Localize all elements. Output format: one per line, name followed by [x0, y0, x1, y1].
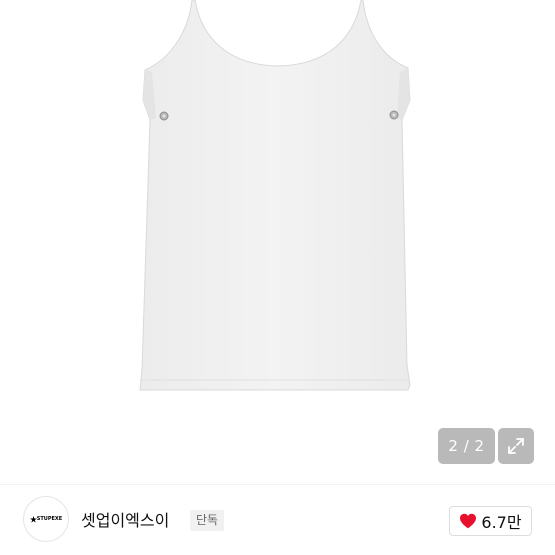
sleeveless-top-image — [139, 0, 411, 391]
brand-name[interactable]: 셋업이엑스이 — [81, 507, 169, 531]
brand-logo[interactable]: STUPEXE — [23, 496, 69, 542]
like-count: 6.7만 — [481, 513, 522, 532]
heart-icon — [460, 513, 477, 529]
expand-arrows-icon — [508, 438, 524, 454]
like-button[interactable]: 6.7만 — [449, 506, 532, 536]
star-icon — [29, 515, 37, 523]
exclusive-badge: 단독 — [190, 510, 225, 531]
product-image[interactable]: 2 / 2 — [0, 0, 555, 484]
image-counter: 2 / 2 — [438, 428, 495, 464]
brand-logo-text: STUPEXE — [36, 516, 63, 522]
brand-row: STUPEXE 셋업이엑스이 단독 6.7만 — [0, 485, 555, 555]
expand-button[interactable] — [498, 428, 534, 464]
product-detail: 2 / 2 STUPEXE 셋업이엑스이 단독 6.7만 — [0, 0, 555, 555]
